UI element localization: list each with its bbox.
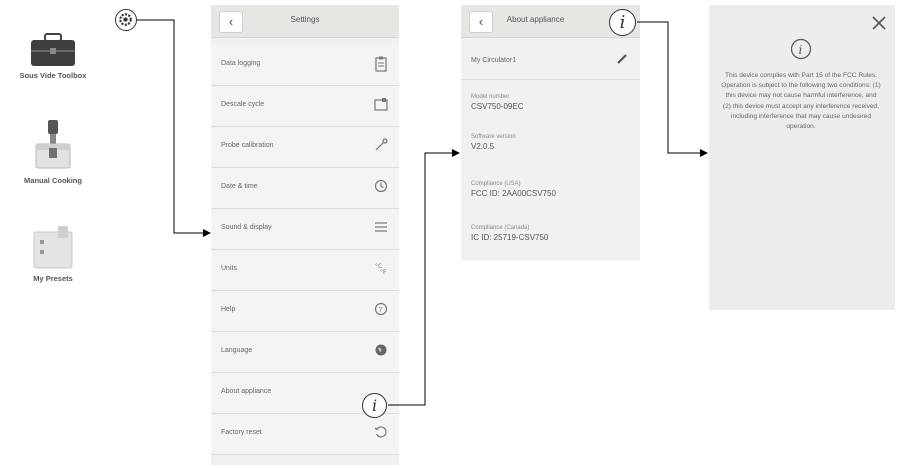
- field-label: Software version: [471, 134, 516, 140]
- compliance-notice-text: This device complies with Part 15 of the…: [721, 72, 881, 131]
- menu-lines-icon: [373, 220, 389, 236]
- home-item-label: Sous Vide Toolbox: [19, 71, 87, 80]
- settings-item-help[interactable]: Help ?: [211, 291, 399, 332]
- field-label: Model number: [471, 94, 510, 100]
- field-value: CSV750-09EC: [471, 102, 524, 111]
- settings-gear-callout[interactable]: [115, 9, 137, 31]
- settings-item-units[interactable]: Units °C °F: [211, 250, 399, 291]
- toolbox-icon: [31, 33, 75, 66]
- settings-item-probe-calibration[interactable]: Probe calibration: [211, 127, 399, 168]
- info-to-notice-arrow: [637, 21, 708, 157]
- page-title: Settings: [290, 15, 320, 24]
- settings-item-label: Factory reset: [221, 429, 262, 436]
- field-label: Compliance (USA): [471, 181, 521, 187]
- settings-item-descale-cycle[interactable]: Descale cycle: [211, 86, 399, 127]
- field-value: V2.0.5: [471, 142, 495, 151]
- clipboard-icon: [373, 56, 389, 72]
- descale-icon: [373, 97, 389, 113]
- home-item-manual-cooking[interactable]: Manual Cooking: [0, 118, 108, 185]
- svg-text:?: ?: [379, 306, 383, 314]
- compliance-notice-panel: i This device complies with Part 15 of t…: [709, 5, 895, 310]
- settings-item-label: Data logging: [221, 60, 261, 67]
- compliance-info-callout[interactable]: i: [609, 9, 636, 36]
- circulator-icon: [35, 120, 71, 169]
- settings-item-label: Help: [221, 306, 236, 313]
- about-info-callout[interactable]: i: [362, 393, 387, 418]
- settings-item-label: Sound & display: [221, 224, 272, 231]
- presets-icon: [33, 226, 73, 269]
- svg-text:°F: °F: [380, 269, 387, 275]
- info-icon: i: [371, 396, 378, 415]
- about-panel: ‹ About appliance My Circulator1 Model n…: [461, 5, 640, 261]
- settings-item-label: Date & time: [221, 183, 258, 190]
- clock-icon: [373, 179, 389, 195]
- pencil-icon[interactable]: [614, 53, 630, 69]
- reset-icon: [373, 425, 389, 441]
- settings-item-label: Probe calibration: [221, 142, 274, 149]
- gear-icon: [119, 13, 132, 26]
- device-name: My Circulator1: [471, 57, 517, 64]
- settings-item-sound-display[interactable]: Sound & display: [211, 209, 399, 250]
- device-name-row[interactable]: My Circulator1: [461, 45, 640, 80]
- units-icon: °C °F: [373, 261, 389, 277]
- settings-item-factory-reset[interactable]: Factory reset: [211, 414, 399, 455]
- info-icon: i: [790, 38, 812, 60]
- home-item-sous-vide-toolbox[interactable]: Sous Vide Toolbox: [0, 33, 108, 80]
- close-icon[interactable]: [869, 13, 889, 33]
- svg-text:i: i: [799, 43, 803, 57]
- compliance-usa-field: Compliance (USA) FCC ID: 2AA00CSV750: [471, 181, 556, 198]
- settings-item-date-time[interactable]: Date & time: [211, 168, 399, 209]
- software-version-field: Software version V2.0.5: [471, 134, 516, 151]
- field-label: Compliance (Canada): [471, 225, 530, 231]
- help-icon: ?: [373, 302, 389, 318]
- home-item-label: Manual Cooking: [24, 176, 82, 185]
- probe-icon: [373, 138, 389, 154]
- page-title: About appliance: [506, 15, 565, 24]
- home-item-my-presets[interactable]: My Presets: [0, 224, 108, 283]
- home-item-label: My Presets: [33, 274, 73, 283]
- settings-item-label: About appliance: [221, 388, 272, 395]
- settings-header: ‹ Settings: [211, 5, 399, 38]
- info-icon: i: [619, 12, 626, 33]
- settings-item-language[interactable]: Language: [211, 332, 399, 373]
- settings-item-label: Units: [221, 265, 237, 272]
- settings-item-label: Descale cycle: [221, 101, 265, 108]
- gear-to-sound-display-arrow: [137, 19, 211, 237]
- settings-item-data-logging[interactable]: Data logging: [211, 45, 399, 86]
- globe-icon: [373, 343, 389, 359]
- model-number-field: Model number CSV750-09EC: [471, 94, 523, 111]
- compliance-canada-field: Compliance (Canada) IC ID: 25719-CSV750: [471, 225, 548, 242]
- settings-item-label: Language: [221, 347, 253, 354]
- field-value: FCC ID: 2AA00CSV750: [471, 189, 556, 198]
- field-value: IC ID: 25719-CSV750: [471, 233, 549, 242]
